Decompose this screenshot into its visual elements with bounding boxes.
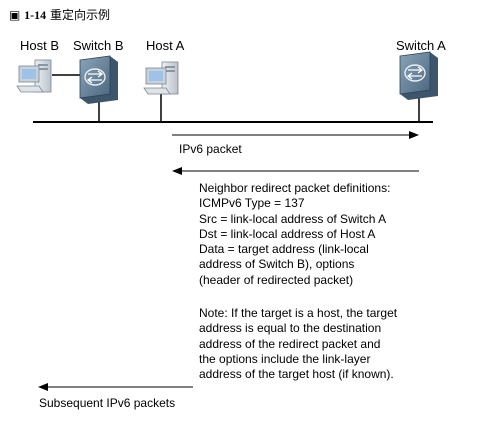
subsequent-packets-label: Subsequent IPv6 packets: [39, 396, 176, 410]
switch-b-icon: [79, 55, 118, 104]
definition-line: (header of redirected packet): [199, 272, 354, 287]
subsequent-packets-arrow: [38, 383, 193, 391]
ipv6-packet-arrow: [172, 131, 419, 139]
note-line: address of the redirect packet and: [199, 336, 381, 351]
definition-line: address of Switch B), options: [199, 257, 355, 272]
definition-line: Dst = link-local address of Host A: [199, 226, 376, 241]
host-a-pc-icon: [143, 61, 179, 95]
definition-line: Data = target address (link-local: [199, 242, 369, 257]
definition-line: Src = link-local address of Switch A: [199, 211, 387, 226]
note-line: address is equal to the destination: [199, 321, 382, 336]
redirect-packet-arrow: [172, 167, 419, 175]
redirect-note: Note: If the target is a host, the targe…: [199, 306, 397, 382]
note-line: Note: If the target is a host, the targe…: [199, 306, 398, 320]
redirect-definitions: Neighbor redirect packet definitions: IC…: [199, 181, 390, 288]
definition-line: ICMPv6 Type = 137: [199, 196, 305, 211]
note-line: address of the target host (if known).: [199, 367, 394, 382]
note-line: the options include the link-layer: [199, 351, 371, 366]
ipv6-packet-label: IPv6 packet: [179, 142, 242, 156]
host-b-pc-icon: [16, 59, 52, 93]
definition-line: Neighbor redirect packet definitions:: [199, 181, 391, 195]
switch-a-icon: [399, 51, 438, 100]
